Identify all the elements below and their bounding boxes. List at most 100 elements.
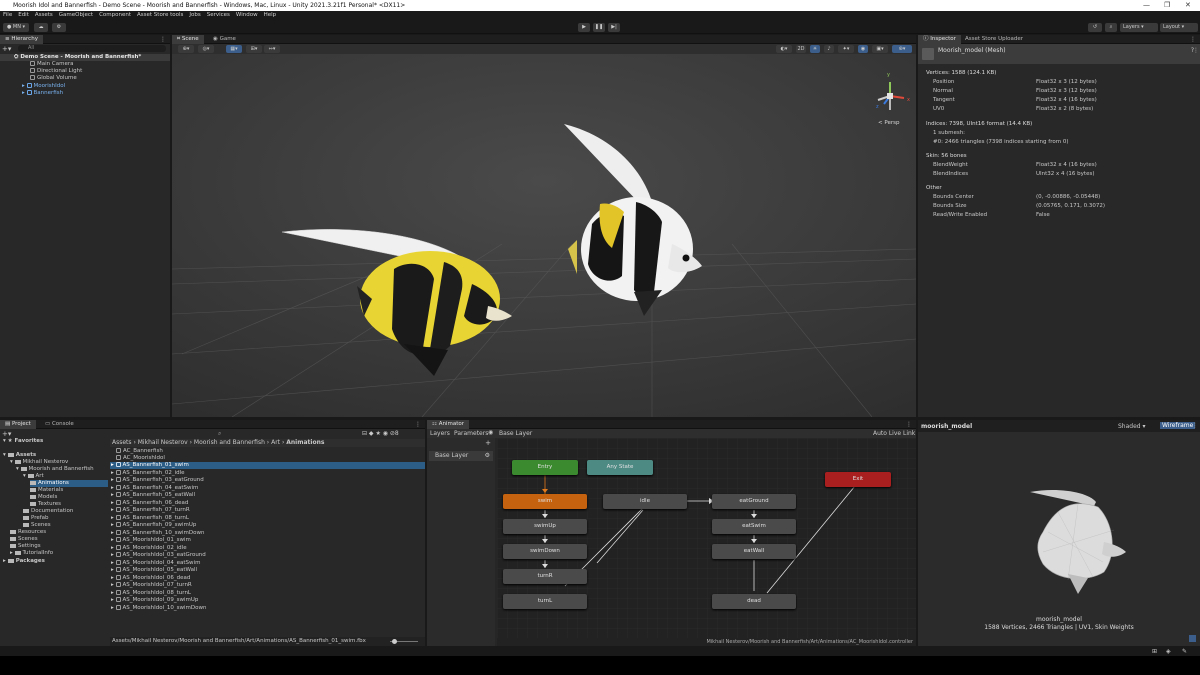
persp-label[interactable]: < Persp [878, 120, 900, 126]
assets-root[interactable]: ▾ Assets [3, 452, 36, 459]
packages-root[interactable]: ▸ Packages [3, 558, 45, 565]
auto-live-link-button[interactable]: Auto Live Link [873, 430, 915, 437]
menu-window[interactable]: Window [236, 11, 258, 20]
menu-jobs[interactable]: Jobs [189, 11, 200, 20]
tree-folder[interactable]: Settings [10, 543, 41, 550]
file-item[interactable]: AC_MoorishIdol [116, 455, 165, 462]
draw-mode-dropdown[interactable]: ◐▾ [776, 45, 792, 53]
step-button[interactable]: ▶| [608, 23, 620, 32]
menu-asset-store-tools[interactable]: Asset Store tools [137, 11, 183, 20]
hierarchy-item-moorishidol[interactable]: ▸ MoorishIdol [22, 83, 65, 90]
hierarchy-item-main-camera[interactable]: Main Camera [30, 61, 73, 68]
state-swimup[interactable]: swimUp [503, 519, 587, 534]
file-item[interactable]: ▸ AS_Bannerfish_04_eatSwim [111, 484, 198, 492]
lighting-icon[interactable]: ☀ [810, 45, 820, 53]
state-eatwall[interactable]: eatWall [712, 544, 796, 559]
state-dead[interactable]: dead [712, 594, 796, 609]
tree-folder[interactable]: Documentation [23, 508, 73, 515]
tab-game[interactable]: ◉ Game [208, 35, 241, 44]
breadcrumb-pack[interactable]: Moorish and Bannerfish [194, 439, 265, 446]
breadcrumb-animations[interactable]: Animations [286, 439, 324, 446]
project-search-icon[interactable]: ⌕ [218, 430, 221, 438]
tab-asset-store-uploader[interactable]: Asset Store Uploader [960, 35, 1028, 44]
layers-subtab[interactable]: Layers [430, 430, 450, 437]
eye-icon[interactable]: ◉ [488, 429, 493, 436]
state-entry[interactable]: Entry [512, 460, 578, 475]
tree-folder[interactable]: ▾ Mikhail Nesterov [10, 459, 68, 466]
layers-dropdown[interactable]: Layers ▾ [1120, 23, 1158, 32]
state-idle[interactable]: idle [603, 494, 687, 509]
effects-dropdown[interactable]: ✦▾ [838, 45, 854, 53]
scene-row[interactable]: ⛭ Demo Scene - Moorish and Bannerfish* [0, 54, 170, 61]
tree-folder[interactable]: Scenes [23, 522, 51, 529]
audio-icon[interactable]: ♪ [824, 45, 834, 53]
tree-folder[interactable]: ▾ Moorish and Bannerfish [16, 466, 94, 473]
file-item[interactable]: ▸ AS_Bannerfish_09_swimUp [111, 522, 196, 529]
menu-help[interactable]: Help [264, 11, 277, 20]
tree-folder[interactable]: Models [30, 494, 57, 501]
tree-folder[interactable]: Resources [10, 529, 46, 536]
file-item[interactable]: ▸ AS_MoorishIdol_08_turnL [111, 589, 191, 597]
panel-menu-icon[interactable]: ⋮ [1190, 36, 1196, 43]
file-item[interactable]: ▸ AS_MoorishIdol_10_swimDown [111, 604, 206, 612]
pivot-dropdown[interactable]: ⊕▾ [178, 45, 194, 53]
state-any[interactable]: Any State [587, 460, 653, 475]
wireframe-toggle[interactable]: Wireframe [1160, 422, 1196, 429]
zoom-slider-handle[interactable] [392, 639, 397, 644]
tab-inspector[interactable]: ⓘ Inspector [918, 35, 961, 44]
menu-gameobject[interactable]: GameObject [59, 11, 93, 20]
breadcrumb-mikhail[interactable]: Mikhail Nesterov [138, 439, 188, 446]
close-icon[interactable]: ✕ [1185, 0, 1191, 11]
hierarchy-item-bannerfish[interactable]: ▸ Bannerfish [22, 90, 63, 97]
file-item[interactable]: ▸ AS_MoorishIdol_04_eatSwim [111, 559, 200, 567]
cloud-icon[interactable]: ☁ [34, 23, 48, 32]
tab-hierarchy[interactable]: ≡ Hierarchy [0, 35, 43, 44]
maximize-icon[interactable]: ❐ [1164, 0, 1170, 11]
tree-folder[interactable]: Textures [30, 501, 61, 508]
global-dropdown[interactable]: ◎▾ [198, 45, 214, 53]
menu-assets[interactable]: Assets [35, 11, 53, 20]
tab-console[interactable]: ▭ Console [40, 420, 79, 429]
tab-animator[interactable]: ⚏ Animator [427, 420, 469, 429]
shading-dropdown[interactable]: Shaded ▾ [1118, 423, 1146, 430]
menu-edit[interactable]: Edit [18, 11, 29, 20]
tree-folder[interactable]: Prefab [23, 515, 49, 522]
account-button[interactable]: ● MN ▾ [3, 23, 29, 32]
add-layer-icon[interactable]: + [485, 439, 491, 447]
add-icon[interactable]: +▾ [2, 45, 11, 53]
preview-menu-icon[interactable]: ⋮ [1192, 422, 1198, 429]
minimize-icon[interactable]: — [1143, 0, 1150, 11]
file-item[interactable]: ▸ AS_Bannerfish_07_turnR [111, 507, 190, 514]
debug-icon[interactable]: ✎ [1182, 648, 1187, 655]
tab-project[interactable]: ▤ Project [0, 420, 36, 429]
menu-file[interactable]: File [3, 11, 12, 20]
grid-snap-button[interactable]: ▦▾ [226, 45, 242, 53]
state-eatground[interactable]: eatGround [712, 494, 796, 509]
layer-item[interactable]: Base Layer ⚙ [429, 451, 493, 461]
parameters-subtab[interactable]: Parameters [454, 430, 488, 437]
breadcrumb-assets[interactable]: Assets [112, 439, 132, 446]
breadcrumb-art[interactable]: Art [271, 439, 280, 446]
tree-folder-selected[interactable]: Animations [30, 480, 108, 487]
cache-icon[interactable]: ◈ [1166, 648, 1171, 655]
file-item[interactable]: ▸ AS_MoorishIdol_06_dead [111, 574, 190, 582]
menu-component[interactable]: Component [99, 11, 131, 20]
panel-menu-icon[interactable]: ⋮ [160, 36, 166, 43]
tab-scene[interactable]: ⌗ Scene [172, 35, 204, 44]
layer-breadcrumb[interactable]: Base Layer [499, 430, 532, 437]
camera-dropdown[interactable]: ▣▾ [872, 45, 888, 53]
hierarchy-item-global-volume[interactable]: Global Volume [30, 75, 77, 82]
panel-menu-icon[interactable]: ⋮ [906, 421, 912, 428]
file-item[interactable]: ▸ AS_MoorishIdol_03_eatGround [111, 552, 206, 559]
scene-viewport[interactable]: < Persp y x z [172, 54, 916, 417]
state-swim[interactable]: swim [503, 494, 587, 509]
search-icon[interactable]: ⌕ [1105, 23, 1117, 32]
panel-menu-icon[interactable]: ⋮ [415, 421, 421, 428]
hierarchy-search-input[interactable]: All [18, 45, 166, 52]
state-eatswim[interactable]: eatSwim [712, 519, 796, 534]
menu-services[interactable]: Services [207, 11, 230, 20]
tree-folder[interactable]: ▾ Art [23, 473, 44, 480]
hidden-objects-icon[interactable]: ◉ [858, 45, 868, 53]
file-item[interactable]: ▸ AS_Bannerfish_02_idle [111, 469, 185, 477]
file-item[interactable]: ▸ AS_MoorishIdol_01_swim [111, 537, 191, 544]
